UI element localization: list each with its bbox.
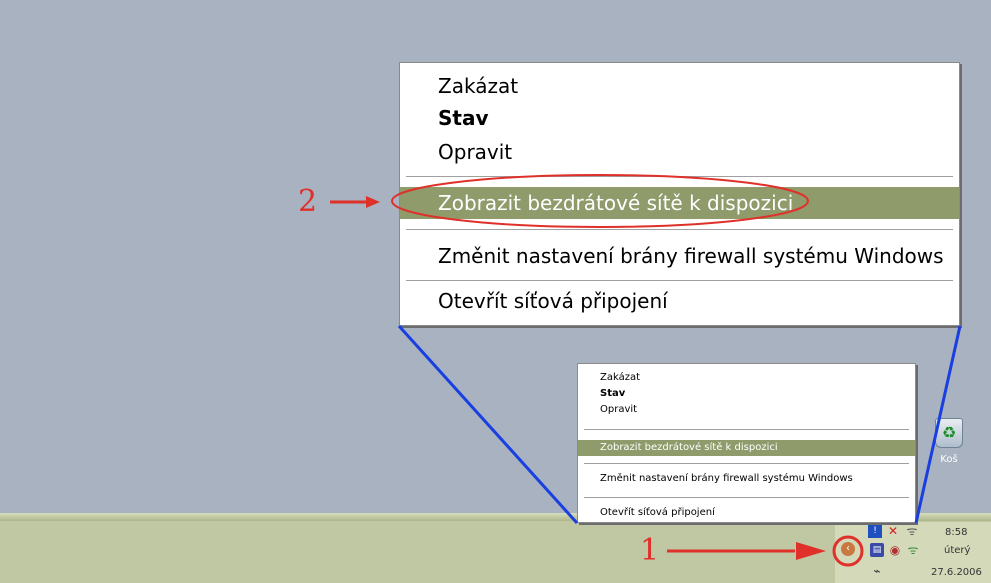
menu-separator (406, 229, 953, 231)
menu-item-opravit[interactable]: Opravit (400, 136, 959, 168)
menu-item-show-wireless-networks[interactable]: Zobrazit bezdrátové sítě k dispozici (400, 187, 959, 219)
volume-icon[interactable]: ◉ (888, 543, 902, 557)
menu-separator (584, 463, 909, 465)
menu-item-show-wireless-networks[interactable]: Zobrazit bezdrátové sítě k dispozici (578, 440, 915, 456)
network-x-icon[interactable]: ✕ (886, 524, 900, 538)
network-context-menu: Zakázat Stav Opravit Zobrazit bezdrátové… (577, 363, 916, 523)
show-hidden-icons-chevron-icon[interactable]: ‹ (841, 542, 855, 556)
clock-time[interactable]: 8:58 (945, 527, 967, 538)
recycle-bin[interactable]: ♻ Koš (929, 418, 969, 468)
menu-item-zakazat[interactable]: Zakázat (400, 70, 959, 102)
network-icon[interactable]: ▤ (870, 543, 884, 557)
menu-separator (584, 497, 909, 499)
menu-item-stav[interactable]: Stav (578, 386, 915, 402)
callout-number-2: 2 (298, 184, 318, 219)
callout-number-1: 1 (640, 533, 660, 568)
network-context-menu-zoomed: Zakázat Stav Opravit Zobrazit bezdrátové… (399, 62, 960, 326)
menu-separator (406, 280, 953, 282)
recycle-bin-label: Koš (940, 454, 958, 465)
menu-item-firewall-settings[interactable]: Změnit nastavení brány firewall systému … (400, 240, 959, 272)
security-alert-icon[interactable]: ! (868, 524, 882, 538)
clock-day[interactable]: úterý (944, 545, 970, 556)
menu-separator (584, 429, 909, 431)
menu-item-opravit[interactable]: Opravit (578, 402, 915, 418)
menu-item-firewall-settings[interactable]: Změnit nastavení brány firewall systému … (578, 471, 915, 487)
recycle-bin-icon: ♻ (935, 418, 963, 448)
menu-item-open-network-connections[interactable]: Otevřít síťová připojení (578, 505, 915, 521)
menu-item-open-network-connections[interactable]: Otevřít síťová připojení (400, 285, 959, 317)
wireless-icon[interactable]: ᯤ (905, 524, 919, 538)
menu-separator (406, 176, 953, 178)
clock-date[interactable]: 27.6.2006 (931, 567, 982, 578)
wireless-signal-icon[interactable]: ᯤ (906, 543, 920, 557)
usb-icon[interactable]: ⌁ (870, 564, 884, 578)
menu-item-zakazat[interactable]: Zakázat (578, 370, 915, 386)
menu-item-stav[interactable]: Stav (400, 102, 959, 134)
